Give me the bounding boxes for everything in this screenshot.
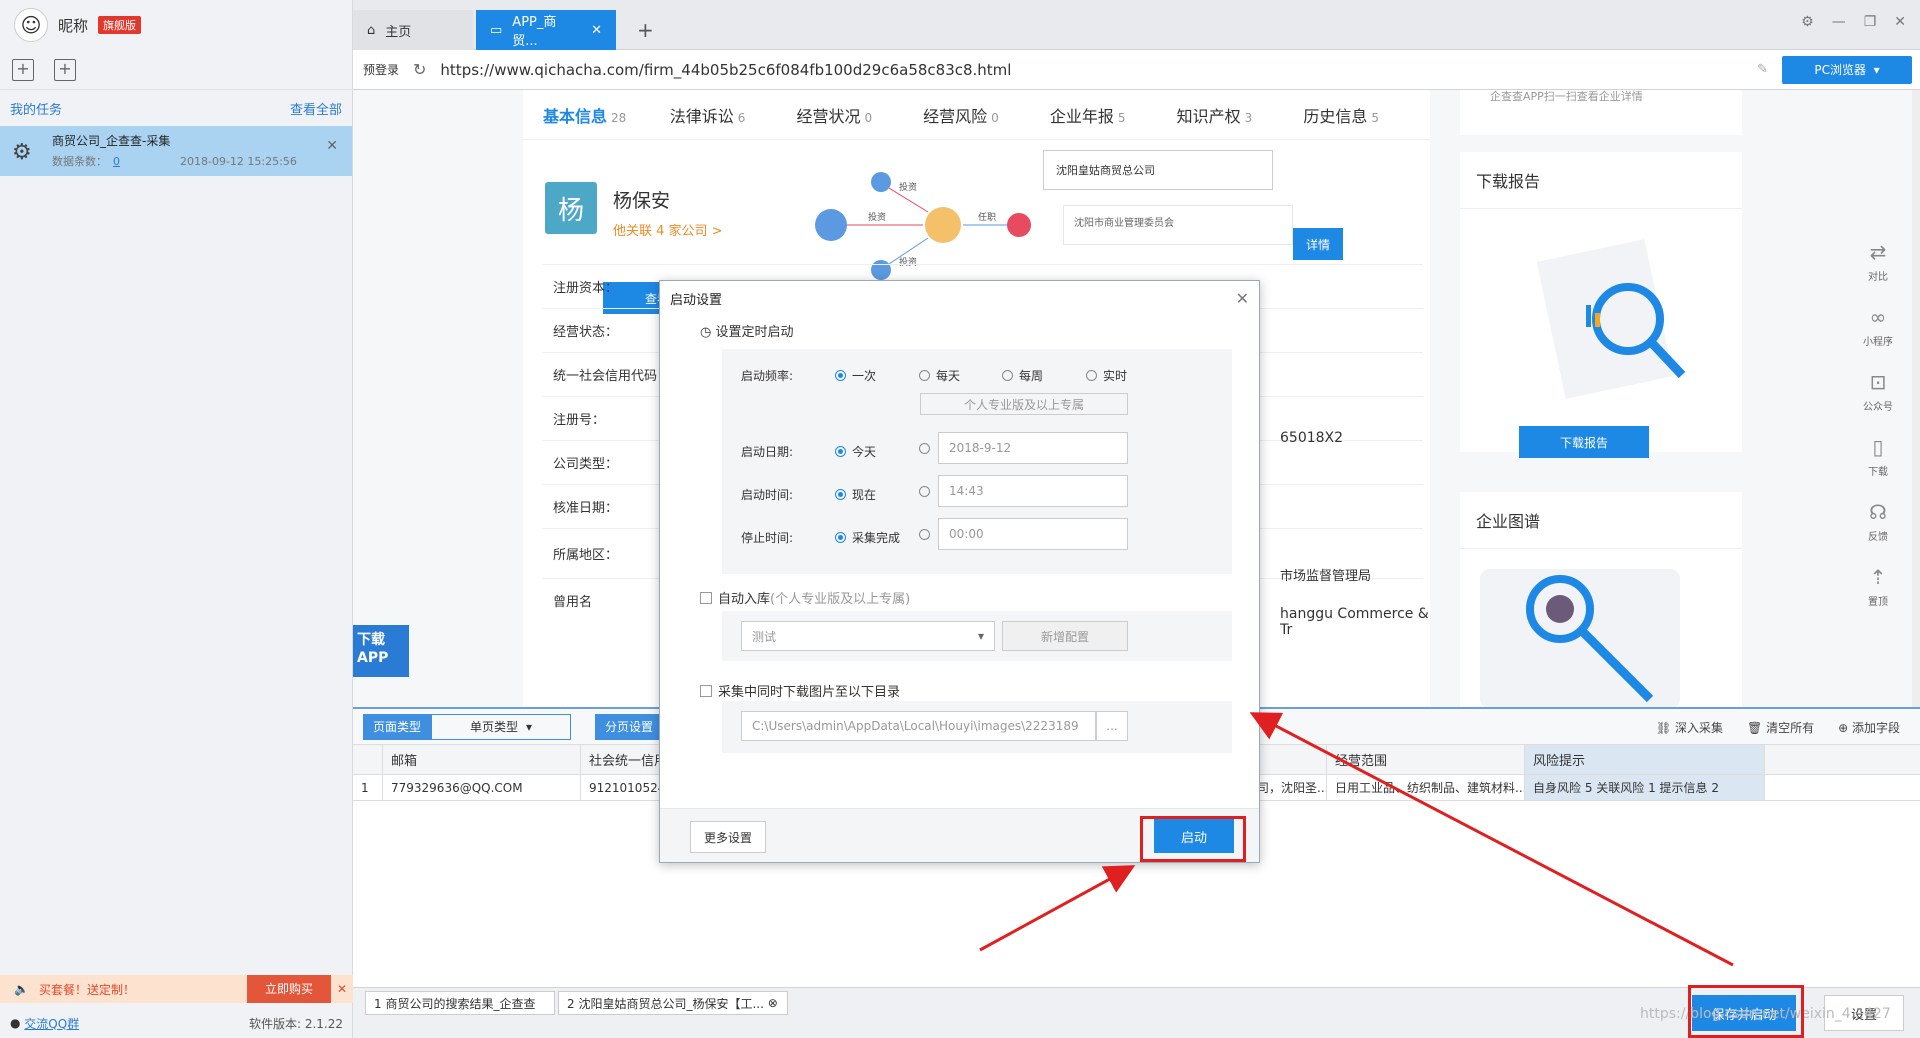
arrow — [1249, 712, 1734, 967]
arrow — [979, 865, 1136, 952]
annotation-arrows — [979, 712, 1734, 967]
